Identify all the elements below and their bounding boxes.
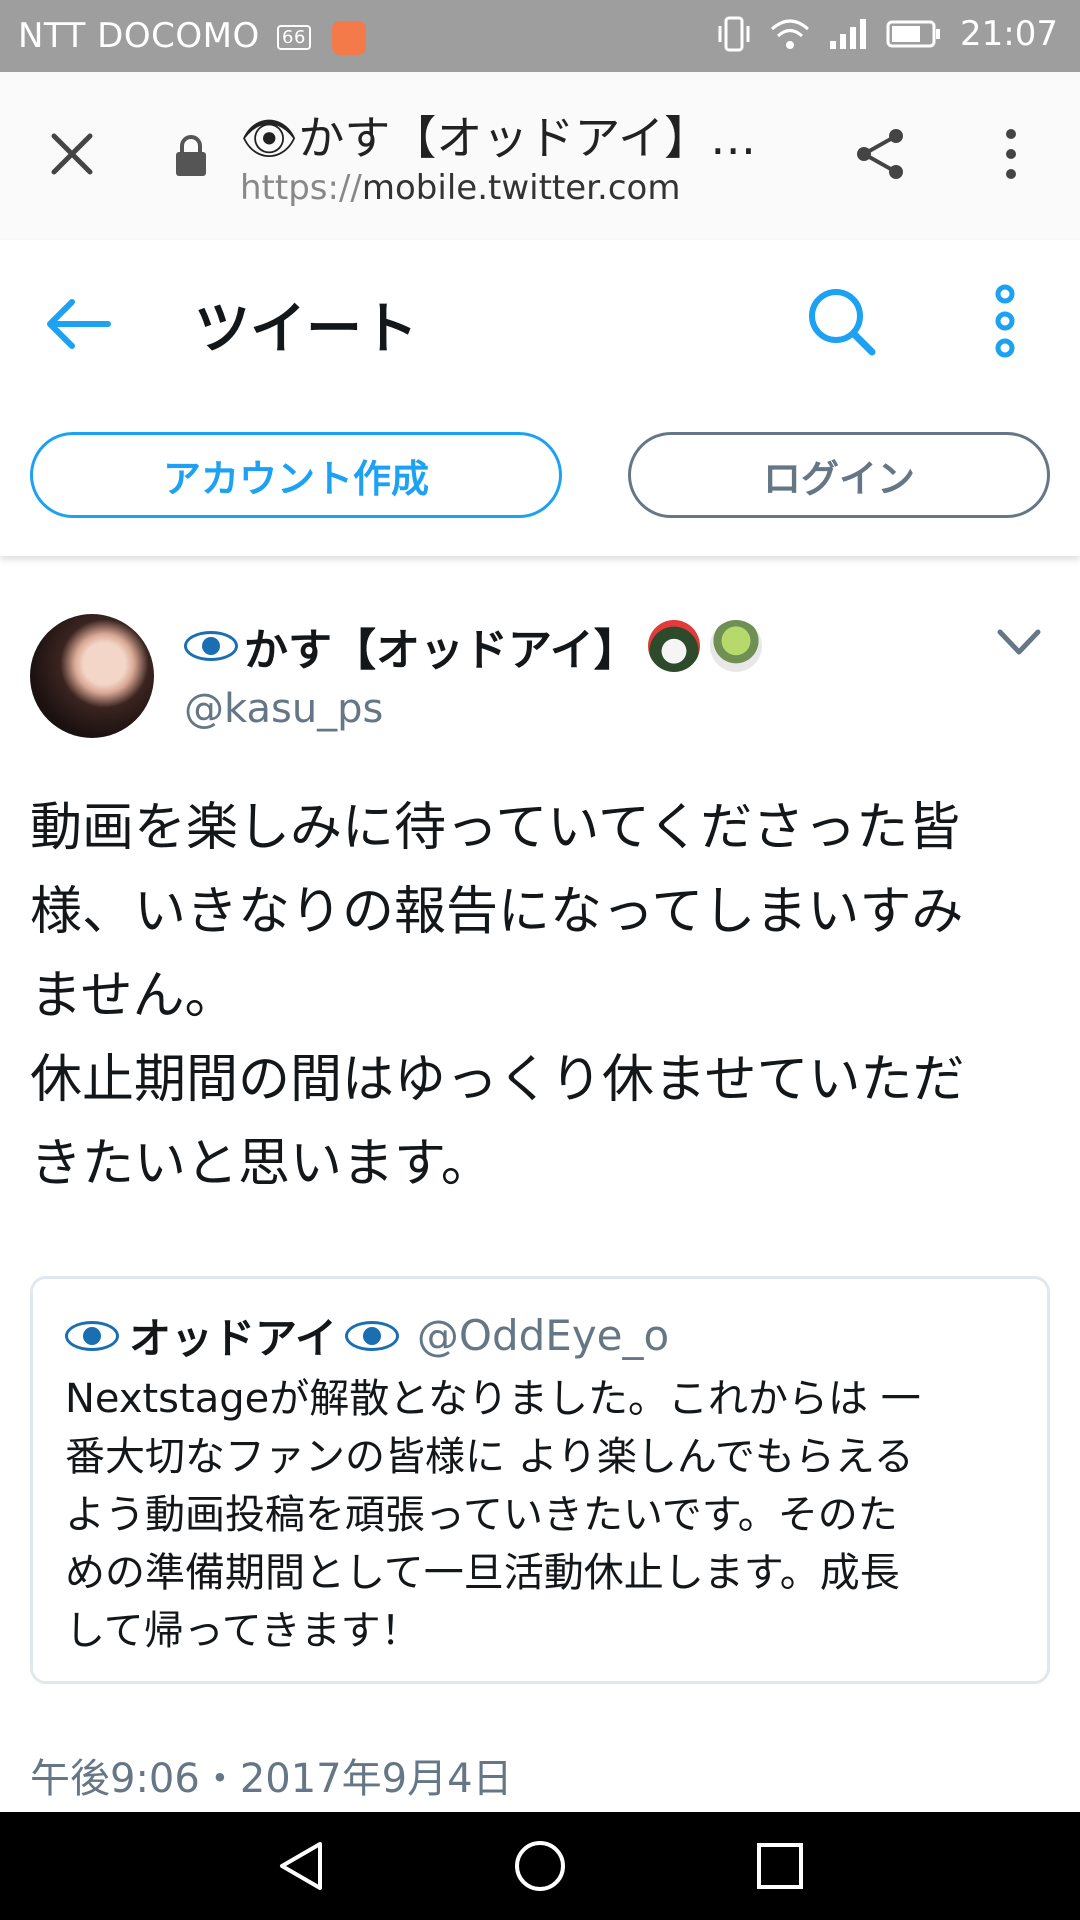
author-name-row: かす【オッドアイ】: [184, 614, 762, 678]
quoted-text-line: Nextstageが解散となりました。これからは 一: [65, 1376, 921, 1422]
tweet-author[interactable]: かす【オッドアイ】 @kasu_ps: [184, 614, 762, 732]
eye-emoji-icon: [184, 631, 238, 661]
eye-emoji-icon: [344, 1320, 399, 1351]
tweet-text-line: きたいと思います。: [30, 1134, 493, 1194]
quoted-text-line: めの準備期間として一旦活動休止します。成長: [65, 1550, 900, 1596]
quoted-tweet[interactable]: オッドアイ @OddEye_o Nextstageが解散となりました。これからは…: [30, 1276, 1050, 1684]
twitter-header: ツイート アカウント作成 ログイン: [0, 240, 1080, 556]
quoted-text-line: して帰ってきます！: [65, 1608, 421, 1654]
back-arrow-icon[interactable]: [42, 296, 112, 352]
tweet-text-line: 様、いきなりの報告になってしまいすみ: [30, 882, 964, 942]
tweet-text-line: 休止期間の間はゆっくり休ませていただ: [30, 1050, 965, 1110]
close-icon[interactable]: [48, 130, 96, 178]
quoted-text-line: 番大切なファンの皆様に より楽しんでもらえる: [65, 1434, 914, 1480]
page-title: 👁かす【オッドアイ】…: [240, 111, 757, 165]
quoted-text-line: よう動画投稿を頑張っていきたいです。そのた: [65, 1492, 898, 1538]
navigation-bar: [0, 1812, 1080, 1920]
notification-app-icon: [332, 20, 367, 55]
chevron-down-icon[interactable]: [996, 624, 1042, 660]
lock-icon: [176, 135, 206, 176]
back-nav-icon[interactable]: [274, 1838, 330, 1894]
login-button[interactable]: ログイン: [628, 432, 1050, 518]
page-url[interactable]: https://mobile.twitter.com: [240, 168, 680, 208]
header-title: ツイート: [194, 297, 418, 362]
tweet-text: 動画を楽しみに待っていてくださった皆 様、いきなりの報告になってしまいすみ ませ…: [30, 786, 1060, 1206]
quoted-author-name: オッドアイ: [129, 1314, 337, 1363]
signup-button[interactable]: アカウント作成: [30, 432, 562, 518]
tweet-text-line: ません。: [30, 966, 237, 1026]
eye-emoji-icon: [65, 1320, 119, 1351]
browser-toolbar: 👁かす【オッドアイ】… https://mobile.twitter.com: [0, 72, 1080, 242]
vibrate-icon: [718, 16, 750, 52]
quoted-tweet-text: Nextstageが解散となりました。これからは 一 番大切なファンの皆様に よ…: [65, 1370, 1015, 1660]
wifi-icon: [771, 19, 810, 49]
share-icon[interactable]: [850, 124, 910, 184]
status-icons: 21:07: [716, 14, 1058, 54]
sushi-emoji-icon: [647, 620, 700, 672]
status-bar: NTT DOCOMO 66 21:07: [0, 0, 1080, 72]
url-scheme: https://: [240, 168, 362, 208]
signal-icon: [830, 19, 867, 49]
quoted-tweet-header: オッドアイ @OddEye_o: [65, 1305, 1015, 1366]
url-host: mobile.twitter.com: [361, 168, 681, 208]
tweet-text-line: 動画を楽しみに待っていてくださった皆: [30, 798, 961, 858]
browser-menu-icon[interactable]: [996, 124, 1026, 184]
status-carrier: NTT DOCOMO 66: [18, 16, 367, 56]
avatar[interactable]: [30, 614, 154, 738]
author-handle: @kasu_ps: [184, 686, 384, 732]
tweet-timestamp[interactable]: 午後9:06・2017年9月4日: [30, 1746, 513, 1804]
quoted-author-handle: @OddEye_o: [416, 1311, 670, 1360]
tea-emoji-icon: [709, 620, 762, 672]
carrier-name: NTT DOCOMO: [18, 16, 260, 56]
network-badge-icon: 66: [277, 25, 311, 50]
status-time: 21:07: [960, 14, 1058, 54]
author-name: かす【オッドアイ】: [244, 625, 638, 676]
search-icon[interactable]: [806, 286, 878, 358]
more-options-icon[interactable]: [990, 284, 1020, 358]
recents-nav-icon[interactable]: [752, 1838, 808, 1894]
battery-icon: [886, 20, 941, 48]
home-nav-icon[interactable]: [512, 1838, 568, 1894]
